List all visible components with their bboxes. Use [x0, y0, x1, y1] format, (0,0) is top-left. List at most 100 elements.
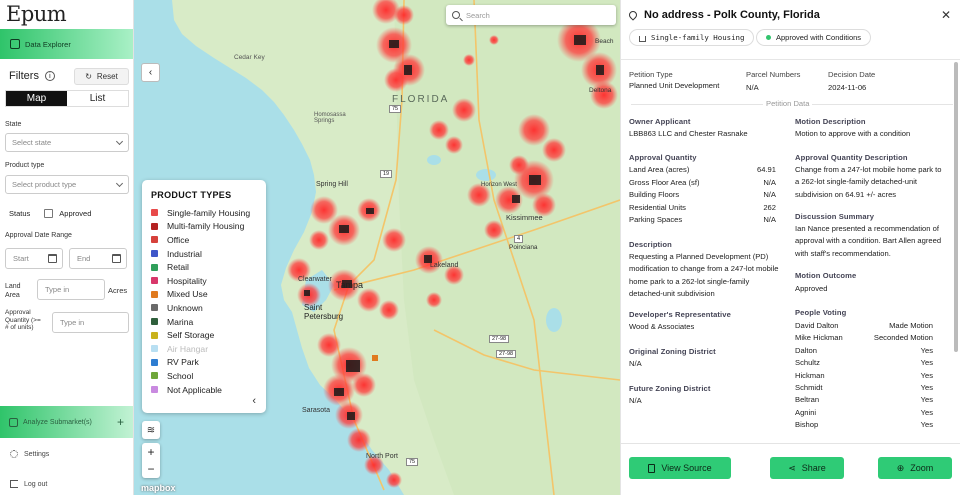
legend-item[interactable]: Unknown	[151, 301, 266, 315]
voter-vote: Yes	[920, 383, 933, 392]
start-date-input[interactable]: Start	[5, 248, 63, 269]
map-label: Horizon West	[481, 182, 517, 188]
tab-map[interactable]: Map	[6, 91, 67, 106]
map-search-input[interactable]: Search	[446, 5, 616, 25]
voter-vote: Made Motion	[889, 321, 933, 330]
product-type-select-value: Select product type	[12, 180, 77, 189]
map-label: Deltona	[589, 87, 612, 94]
land-area-input[interactable]: Type in	[37, 279, 105, 300]
start-date-placeholder: Start	[13, 254, 29, 263]
legend-item[interactable]: Not Applicable	[151, 383, 266, 397]
mapbox-attribution[interactable]: mapbox	[141, 483, 176, 493]
legend-item[interactable]: Air Hangar	[151, 342, 266, 356]
filters-header: Filters i ↻ Reset	[9, 67, 129, 85]
legend-swatch	[151, 263, 158, 271]
approval-quantity-description-label: Approval Quantity Description	[795, 153, 908, 162]
collapse-sidebar-button[interactable]: ‹	[141, 63, 160, 82]
plus-icon[interactable]: +	[117, 415, 124, 429]
route-shield: 4	[514, 235, 524, 243]
legend-item[interactable]: School	[151, 369, 266, 383]
approval-date-label: Approval Date Range	[5, 232, 72, 239]
land-inland	[394, 0, 620, 495]
refresh-icon: ↻	[85, 71, 92, 81]
detail-scrollbar[interactable]	[954, 62, 958, 352]
layers-button[interactable]: ≋	[142, 421, 160, 439]
nav-logout[interactable]: Log out	[10, 480, 47, 488]
layers-icon: ≋	[146, 424, 156, 436]
people-voting-row: Agnini Yes	[795, 408, 933, 417]
legend-item-label: Air Hangar	[167, 343, 209, 354]
nav-settings[interactable]: Settings	[10, 450, 49, 458]
reset-button[interactable]: ↻ Reset	[74, 67, 129, 85]
legend-item[interactable]: RV Park	[151, 356, 266, 370]
legend-item[interactable]: Single-family Housing	[151, 206, 266, 220]
tab-list[interactable]: List	[67, 91, 128, 106]
app-logo[interactable]: Epum	[6, 2, 67, 26]
legend-item-label: Industrial	[167, 248, 202, 259]
legend-item[interactable]: Hospitality	[151, 274, 266, 288]
voter-vote: Yes	[920, 345, 933, 355]
legend-item[interactable]: Office	[151, 233, 266, 247]
zoom-in-button[interactable]: +	[147, 445, 154, 459]
route-shield: 19	[380, 170, 393, 178]
motion-description-value: Motion to approve with a condition	[795, 129, 911, 138]
approval-quantity-input[interactable]: Type in	[52, 312, 129, 333]
nav-data-explorer[interactable]: Data Explorer	[0, 29, 133, 59]
view-source-button[interactable]: View Source	[629, 457, 731, 479]
detail-header: No address - Polk County, Florida ✕	[627, 7, 951, 23]
voter-name: Dalton	[795, 345, 817, 355]
legend-item[interactable]: Retail	[151, 260, 266, 274]
motion-description-label: Motion Description	[795, 117, 866, 126]
legend-item-label: Retail	[167, 262, 189, 273]
voter-vote: Yes	[920, 395, 933, 405]
original-zoning-label: Original Zoning District	[629, 347, 716, 356]
chevron-down-icon	[115, 179, 124, 187]
info-icon[interactable]: i	[44, 71, 55, 81]
end-date-input[interactable]: End	[69, 248, 127, 269]
voter-name: Hickman	[795, 370, 825, 380]
motion-outcome-label: Motion Outcome	[795, 271, 857, 280]
map-label: Spring Hill	[316, 181, 348, 188]
legend-item[interactable]: Industrial	[151, 247, 266, 261]
voter-name: Bishop	[795, 420, 819, 430]
legend-swatch	[151, 236, 158, 244]
route-shield: 27-98	[496, 350, 517, 358]
voter-vote: Yes	[920, 420, 933, 430]
close-icon[interactable]: ✕	[941, 8, 951, 22]
calendar-icon[interactable]	[48, 254, 57, 263]
legend-collapse-icon[interactable]: ‹	[252, 395, 256, 407]
motion-outcome-value: Approved	[795, 284, 828, 293]
zoom-icon: ⊕	[896, 462, 905, 473]
legend-swatch	[151, 345, 158, 353]
approved-checkbox[interactable]	[44, 209, 54, 218]
zoom-button[interactable]: ⊕ Zoom	[878, 457, 952, 479]
detail-scroll-area[interactable]: Petition Type Planned Unit Development P…	[629, 62, 957, 434]
analyze-label: Analyze Submarket(s)	[23, 418, 92, 426]
analyze-submarket-button[interactable]: Analyze Submarket(s) +	[0, 406, 133, 438]
original-zoning-value: N/A	[629, 359, 642, 368]
zoom-controls: + −	[142, 443, 160, 478]
legend-item[interactable]: Self Storage	[151, 328, 266, 342]
land-area-unit: Acres	[108, 286, 128, 295]
voter-name: Agnini	[795, 407, 817, 417]
legend-item[interactable]: Multi-family Housing	[151, 220, 266, 234]
description-label: Description	[629, 240, 672, 249]
voter-name: David Dalton	[795, 321, 839, 330]
calendar-icon[interactable]	[112, 254, 121, 263]
state-select[interactable]: Select state	[5, 133, 129, 152]
petition-data-section-label: Petition Data	[763, 99, 813, 108]
approval-quantity-row: Parking Spaces N/A	[629, 215, 776, 224]
legend-item-label: Marina	[167, 316, 194, 327]
map-canvas[interactable]: FLORIDA Cedar Key Homosassa Springs Spri…	[134, 0, 620, 495]
legend-item[interactable]: Mixed Use	[151, 288, 266, 302]
voter-name: Schultz	[795, 358, 820, 368]
legend-item-label: Unknown	[167, 302, 203, 313]
data-explorer-icon	[10, 39, 20, 49]
product-type-label: Product type	[5, 162, 45, 169]
product-type-select[interactable]: Select product type	[5, 175, 129, 194]
share-button[interactable]: ⋖ Share	[770, 457, 844, 479]
zoom-out-button[interactable]: −	[147, 462, 154, 476]
legend-item[interactable]: Marina	[151, 315, 266, 329]
developers-representative-value: Wood & Associates	[629, 322, 695, 331]
approval-quantity-value: 262	[763, 202, 776, 212]
